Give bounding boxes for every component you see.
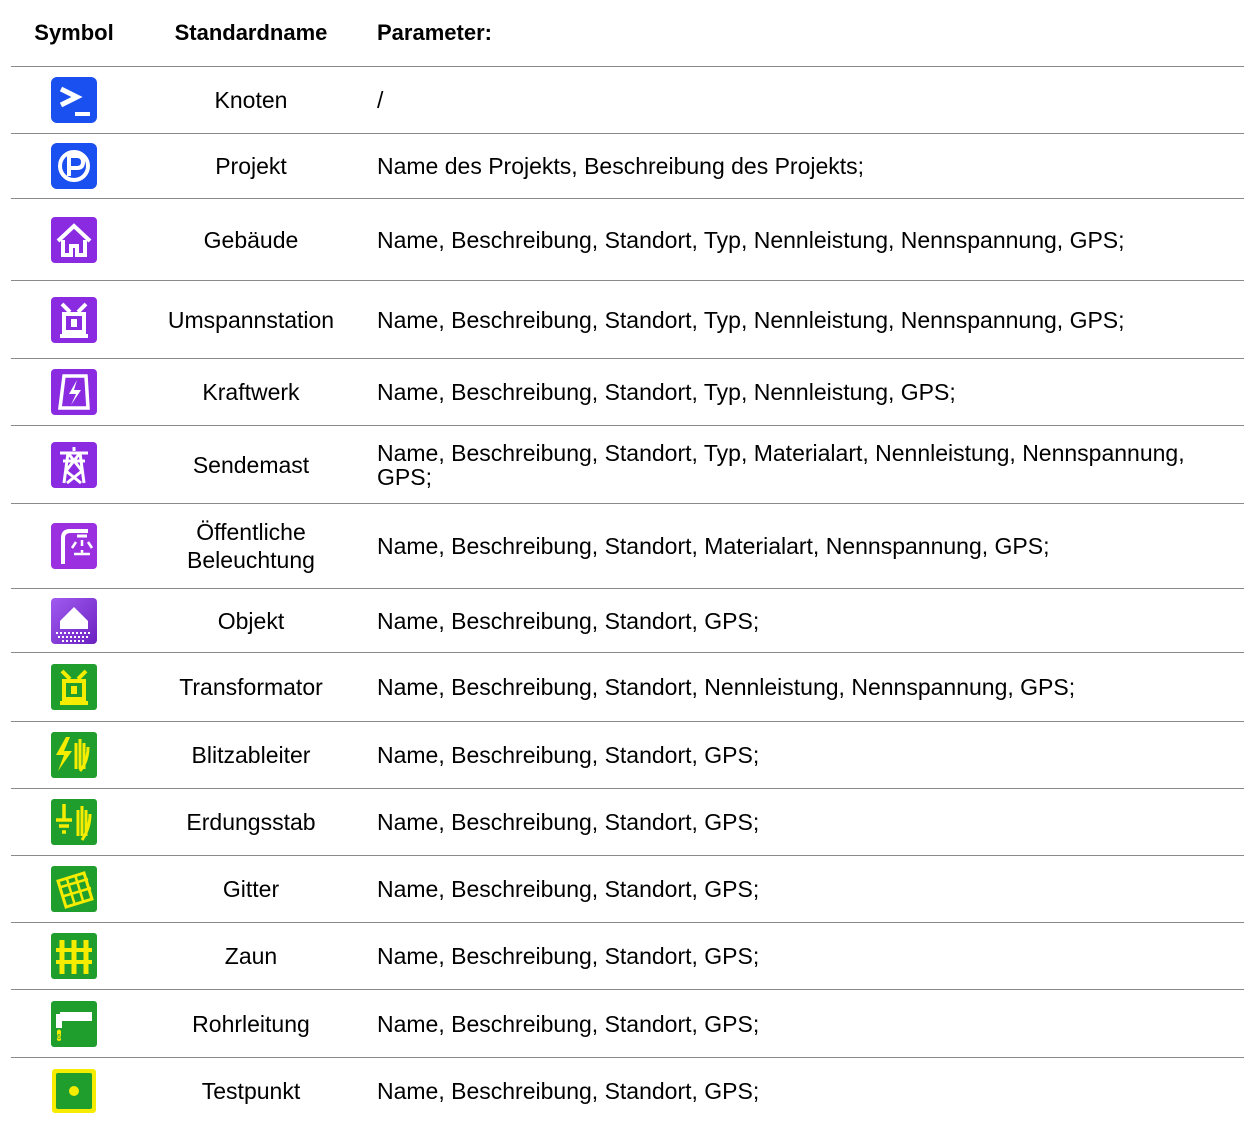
row-params: Name, Beschreibung, Standort, GPS; — [377, 943, 760, 969]
row-params: Name, Beschreibung, Standort, Typ, Nennl… — [377, 226, 1125, 253]
table-row: Erdungsstab Name, Beschreibung, Standort… — [11, 789, 1244, 856]
row-params: Name, Beschreibung, Standort, GPS; — [377, 607, 760, 634]
terminal-node-icon — [51, 77, 97, 123]
row-name: Testpunkt — [201, 1078, 301, 1104]
row-name: Zaun — [224, 943, 278, 969]
header-parameters: Parameter: — [377, 20, 492, 45]
row-name: Rohrleitung — [192, 1010, 310, 1037]
table-row: Transformator Name, Beschreibung, Stando… — [11, 653, 1244, 722]
row-params: Name, Beschreibung, Standort, Materialar… — [377, 533, 1050, 559]
row-name: Projekt — [215, 153, 287, 179]
header-standard-name: Standardname — [174, 20, 328, 45]
building-icon — [51, 216, 97, 263]
table-row: 6 Rohrleitung Name, Beschreibung, Stando… — [11, 990, 1244, 1058]
row-name: Gitter — [222, 876, 280, 902]
table-row: Testpunkt Name, Beschreibung, Standort, … — [11, 1058, 1244, 1124]
grounding-rod-icon — [51, 799, 97, 845]
row-name: Erdungsstab — [186, 809, 316, 835]
row-params: Name, Beschreibung, Standort, Nennleistu… — [377, 674, 1076, 700]
pipeline-icon: 6 — [51, 1000, 97, 1047]
street-light-icon — [51, 523, 97, 569]
row-params: Name des Projekts, Beschreibung des Proj… — [377, 153, 865, 179]
table-header: Symbol Standardname Parameter: — [11, 0, 1244, 67]
row-params: Name, Beschreibung, Standort, GPS; — [377, 742, 760, 768]
table-row: Umspannstation Name, Beschreibung, Stand… — [11, 281, 1244, 359]
row-name: Gebäude — [203, 226, 299, 253]
project-icon — [51, 143, 97, 189]
table-row: Zaun Name, Beschreibung, Standort, GPS; — [11, 923, 1244, 990]
row-name: Umspannstation — [167, 306, 335, 333]
row-name: Blitzableiter — [191, 742, 311, 768]
row-name: Sendemast — [192, 451, 310, 478]
table-row: Blitzableiter Name, Beschreibung, Stando… — [11, 722, 1244, 789]
table-row: Projekt Name des Projekts, Beschreibung … — [11, 134, 1244, 199]
svg-text:6: 6 — [57, 1034, 61, 1041]
row-params: Name, Beschreibung, Standort, GPS; — [377, 1010, 760, 1037]
row-name: Objekt — [217, 607, 285, 634]
row-name: Öffentliche Beleuchtung — [187, 519, 315, 573]
row-params: Name, Beschreibung, Standort, Typ, Nennl… — [377, 379, 956, 405]
table-row: Gitter Name, Beschreibung, Standort, GPS… — [11, 856, 1244, 923]
row-params: Name, Beschreibung, Standort, GPS; — [377, 876, 760, 902]
table-row: Gebäude Name, Beschreibung, Standort, Ty… — [11, 199, 1244, 281]
object-icon — [51, 597, 97, 644]
row-params: Name, Beschreibung, Standort, GPS; — [377, 809, 760, 835]
test-point-icon — [52, 1069, 96, 1113]
transmission-tower-icon — [51, 441, 97, 488]
row-params: Name, Beschreibung, Standort, Typ, Mater… — [377, 439, 1185, 490]
table-row: Kraftwerk Name, Beschreibung, Standort, … — [11, 359, 1244, 426]
header-symbol: Symbol — [34, 20, 114, 45]
table-row: Öffentliche Beleuchtung Name, Beschreibu… — [11, 504, 1244, 589]
row-params: / — [377, 87, 384, 113]
transformer-icon — [51, 664, 97, 710]
table-row: Sendemast Name, Beschreibung, Standort, … — [11, 426, 1244, 504]
row-params: Name, Beschreibung, Standort, Typ, Nennl… — [377, 306, 1125, 333]
row-name: Kraftwerk — [202, 379, 300, 405]
row-params: Name, Beschreibung, Standort, GPS; — [377, 1078, 760, 1104]
fence-icon — [51, 933, 97, 979]
table-row: Knoten / — [11, 67, 1244, 134]
table-row: Objekt Name, Beschreibung, Standort, GPS… — [11, 589, 1244, 653]
row-name: Transformator — [179, 674, 323, 700]
parameter-table: Symbol Standardname Parameter: Knoten / … — [11, 0, 1244, 1124]
substation-icon — [51, 296, 97, 343]
power-plant-icon — [51, 369, 97, 415]
grid-icon — [51, 866, 97, 912]
lightning-arrester-icon — [51, 732, 97, 778]
row-name: Knoten — [214, 87, 288, 113]
